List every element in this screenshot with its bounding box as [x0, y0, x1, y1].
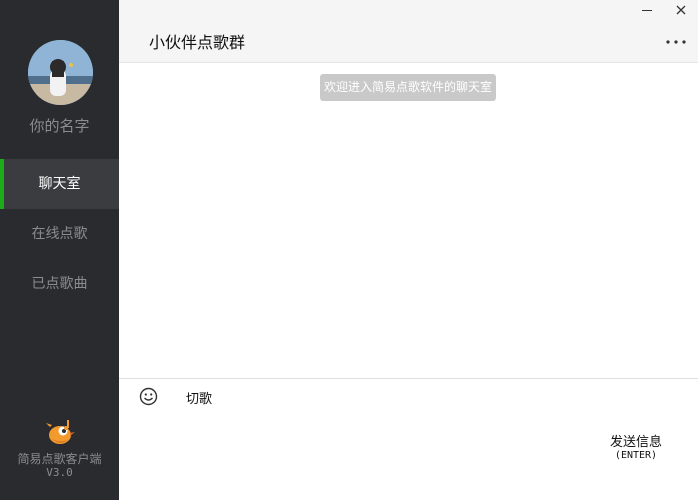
minimize-icon[interactable]: [637, 4, 657, 22]
cut-song-button[interactable]: 切歌: [186, 388, 212, 407]
nav-item-chat-room[interactable]: 聊天室: [0, 159, 119, 209]
bird-logo-icon: [44, 418, 76, 448]
message-list[interactable]: 欢迎进入简易点歌软件的聊天室: [119, 63, 698, 378]
app-window: 你的名字 聊天室 在线点歌 已点歌曲 简易点歌客户端 V3.0 小伙伴点歌群 欢…: [0, 0, 698, 500]
nav-item-requested-songs[interactable]: 已点歌曲: [0, 259, 119, 309]
chat-header: 小伙伴点歌群: [119, 0, 698, 63]
chat-panel: 小伙伴点歌群 欢迎进入简易点歌软件的聊天室 切歌 发送信息 (ENTER): [119, 0, 698, 500]
brand-name: 简易点歌客户端: [17, 452, 102, 466]
chat-title: 小伙伴点歌群: [149, 33, 246, 52]
composer: 切歌 发送信息 (ENTER): [119, 378, 698, 500]
smiley-icon[interactable]: [139, 387, 158, 406]
nav-item-online-request[interactable]: 在线点歌: [0, 209, 119, 259]
system-message: 欢迎进入简易点歌软件的聊天室: [320, 74, 497, 101]
send-shortcut: (ENTER): [614, 450, 658, 461]
avatar[interactable]: [28, 40, 93, 105]
close-icon[interactable]: [671, 4, 691, 22]
more-dots-icon[interactable]: [665, 33, 687, 47]
avatar-image: [28, 40, 93, 105]
brand-version: V3.0: [46, 466, 73, 479]
send-label: 发送信息: [609, 435, 662, 450]
send-button[interactable]: 发送信息 (ENTER): [605, 435, 667, 465]
sidebar: 你的名字 聊天室 在线点歌 已点歌曲 简易点歌客户端 V3.0: [0, 0, 119, 500]
message-input[interactable]: [133, 411, 603, 491]
user-name: 你的名字: [29, 117, 90, 135]
